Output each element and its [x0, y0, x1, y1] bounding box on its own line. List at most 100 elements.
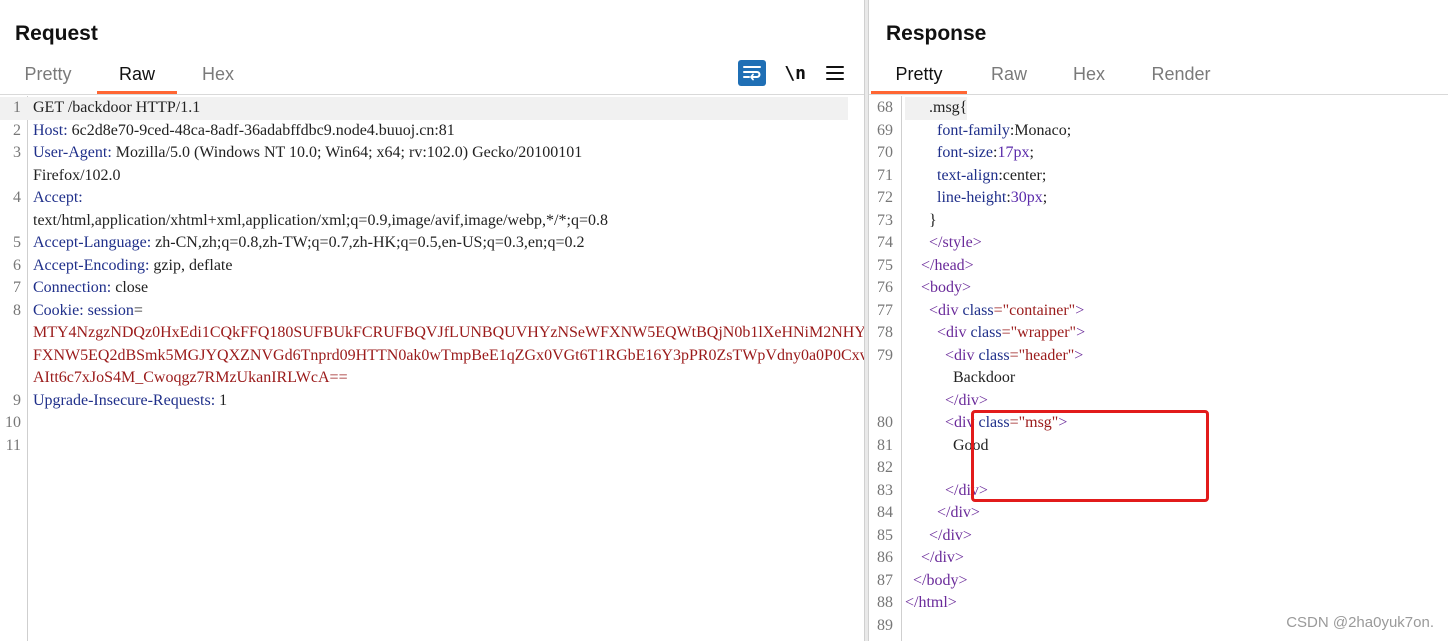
response-token: Good [905, 436, 989, 454]
request-token: = [133, 301, 143, 319]
response-token: ; [1029, 144, 1034, 161]
response-line-number: 73 [877, 211, 893, 229]
response-token [905, 234, 929, 251]
response-line[interactable]: 75 </head> [869, 255, 1448, 278]
request-line[interactable]: 5 Accept-Language: zh-CN,zh;q=0.8,zh-TW;q… [0, 232, 850, 255]
request-line[interactable]: MTY4NzgzNDQz0HxEdi1CQkFFQ180SUFBUkFCRUFB… [0, 322, 864, 345]
request-line[interactable]: AItt6c7xJoS4M_Cwoqgz7RMzUkanIRLWcA== [0, 367, 850, 390]
response-line-number: 70 [877, 144, 893, 161]
response-line[interactable]: 88 </html> [869, 592, 1448, 615]
response-token: </div> [945, 391, 988, 409]
request-line[interactable]: 4 Accept: [0, 187, 850, 210]
response-token: </div> [921, 549, 964, 566]
request-tab-pretty[interactable]: Pretty [8, 56, 88, 92]
request-token: 1 [215, 391, 228, 409]
response-line[interactable]: 70 font-size:17px; [869, 142, 1448, 165]
request-token: Accept-Encoding: [33, 256, 150, 274]
response-token: class [970, 324, 1002, 341]
response-line[interactable]: 87 </body> [869, 570, 1448, 593]
response-token: > [1075, 301, 1085, 319]
request-line[interactable]: 3 User-Agent: Mozilla/5.0 (Windows NT 10.… [0, 142, 850, 165]
response-line[interactable]: 74 </style> [869, 232, 1448, 255]
request-line-number: 1 [13, 99, 21, 116]
response-line[interactable]: 72 line-height:30px; [869, 187, 1448, 210]
request-line[interactable]: text/html,application/xhtml+xml,applicat… [0, 210, 850, 233]
response-token [905, 257, 921, 274]
request-line-text: User-Agent: Mozilla/5.0 (Windows NT 10.0… [33, 142, 582, 165]
response-token: 17px [997, 144, 1030, 161]
request-line-text: Connection: close [33, 277, 148, 300]
request-tab-raw[interactable]: Raw [97, 56, 177, 94]
request-token: Cookie: [33, 301, 84, 319]
request-line[interactable]: Firefox/102.0 [0, 165, 850, 188]
request-line[interactable]: 8 Cookie: session= [0, 300, 850, 323]
response-token: <div [929, 301, 963, 319]
response-line[interactable]: 69 font-family:Monaco; [869, 120, 1448, 143]
request-token: Firefox/102.0 [33, 166, 121, 184]
request-line-text: Upgrade-Insecure-Requests: 1 [33, 390, 227, 413]
response-token: </div> [929, 526, 972, 544]
response-tab-render[interactable]: Render [1137, 56, 1225, 92]
response-editor[interactable]: 68 .msg{69 font-family:Monaco; 70 font-si… [869, 96, 1448, 641]
response-line[interactable]: 79 <div class="header"> [869, 345, 1448, 368]
response-token: font-size [937, 144, 993, 161]
response-line[interactable]: 80 <div class="msg"> [869, 412, 1448, 435]
response-line[interactable]: 78 <div class="wrapper"> [869, 322, 1448, 345]
response-line[interactable]: 76 <body> [869, 277, 1448, 300]
request-line[interactable]: 6 Accept-Encoding: gzip, deflate [0, 255, 850, 278]
request-line-text: Cookie: session= [33, 300, 143, 323]
request-token: zh-CN,zh;q=0.8,zh-TW;q=0.7,zh-HK;q=0.5,e… [151, 234, 585, 251]
response-line-number: 87 [877, 571, 893, 589]
wrap-lines-icon[interactable] [738, 60, 767, 86]
response-token [905, 392, 945, 409]
request-line[interactable]: 1 GET /backdoor HTTP/1.1 [0, 97, 848, 120]
response-line-text: </html> [905, 592, 957, 615]
response-tab-raw[interactable]: Raw [969, 56, 1049, 92]
response-line[interactable]: 84 </div> [869, 502, 1448, 525]
request-line[interactable]: 7 Connection: close [0, 277, 850, 300]
response-tab-pretty[interactable]: Pretty [871, 56, 967, 94]
response-line[interactable]: 71 text-align:center; [869, 165, 1448, 188]
response-line-number: 68 [877, 99, 893, 116]
response-line[interactable]: 82 [869, 457, 1448, 480]
response-token [905, 572, 913, 589]
request-tab-hex[interactable]: Hex [178, 56, 258, 92]
request-line-text: Accept-Language: zh-CN,zh;q=0.8,zh-TW;q=… [33, 232, 585, 255]
request-line-text: Accept: [33, 187, 83, 210]
response-token: <body> [921, 279, 972, 296]
request-line[interactable]: 9 Upgrade-Insecure-Requests: 1 [0, 390, 850, 413]
response-token: </div> [945, 481, 988, 499]
response-token: font-family [937, 121, 1010, 139]
response-line-number: 78 [877, 324, 893, 341]
response-token [905, 122, 937, 139]
response-line[interactable]: 85 </div> [869, 525, 1448, 548]
response-tab-hex[interactable]: Hex [1049, 56, 1129, 92]
response-line-text: line-height:30px; [905, 187, 1047, 210]
response-line[interactable]: 77 <div class="container"> [869, 300, 1448, 323]
hamburger-menu-icon[interactable] [824, 60, 846, 86]
response-token: class [978, 414, 1010, 431]
response-token [905, 347, 945, 364]
request-toolbar: \n [738, 59, 846, 87]
request-line[interactable]: 2 Host: 6c2d8e70-9ced-48ca-8adf-36adabffd… [0, 120, 850, 143]
response-line-text: </div> [905, 480, 988, 503]
response-token: </style> [929, 234, 982, 251]
response-line[interactable]: Backdoor [869, 367, 1448, 390]
request-line[interactable]: 11 [0, 435, 850, 458]
response-token: :Monaco; [1009, 121, 1072, 139]
request-line[interactable]: FXNW5EQ2dBSmk5MGJYQXZNVGd6Tnprd09HTTN0ak… [0, 345, 864, 368]
show-newlines-button[interactable]: \n [780, 60, 810, 86]
response-tabs: Pretty Raw Hex Render [869, 56, 1448, 95]
response-line[interactable]: </div> [869, 390, 1448, 413]
response-line[interactable]: 86 </div> [869, 547, 1448, 570]
request-line-number: 3 [13, 144, 21, 161]
response-line-number: 74 [877, 234, 893, 251]
response-line[interactable]: 73 } [869, 210, 1448, 233]
response-line[interactable]: 68 .msg{ [869, 97, 1448, 120]
response-token: ; [1042, 189, 1048, 206]
response-line[interactable]: 81 Good [869, 435, 1448, 458]
response-line[interactable]: 83 </div> [869, 480, 1448, 503]
request-line[interactable]: 10 [0, 412, 850, 435]
response-token: > [1058, 414, 1068, 431]
request-editor[interactable]: 1 GET /backdoor HTTP/1.1 2 Host: 6c2d8e70-9… [0, 96, 864, 641]
